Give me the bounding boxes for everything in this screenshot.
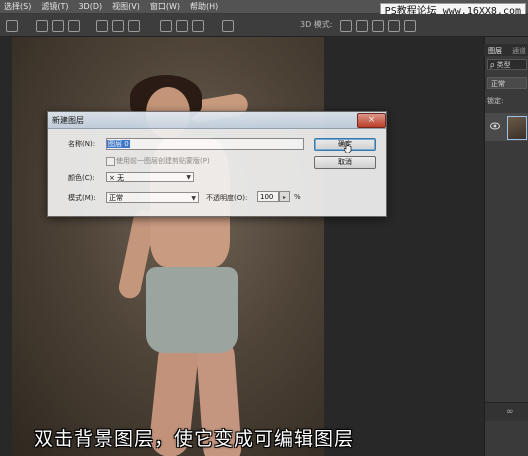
clip-mask-checkbox[interactable] xyxy=(106,157,115,166)
distribute-middle-icon[interactable] xyxy=(112,20,124,32)
dialog-titlebar[interactable] xyxy=(48,112,386,129)
color-select[interactable]: × 无 ▼ xyxy=(106,172,194,182)
mode-3d-label: 3D 模式: xyxy=(300,20,333,29)
tab-channels[interactable]: 通道 xyxy=(512,46,526,56)
name-field[interactable]: 图层 0 xyxy=(106,138,304,150)
name-value: 图层 0 xyxy=(107,140,130,148)
scale-3d-icon[interactable] xyxy=(404,20,416,32)
tab-layers[interactable]: 图层 xyxy=(488,46,502,56)
roll-3d-icon[interactable] xyxy=(356,20,368,32)
menu-view[interactable]: 视图(V) xyxy=(108,1,146,12)
menu-3d[interactable]: 3D(D) xyxy=(74,2,108,11)
opacity-unit: % xyxy=(294,193,301,201)
caption-text: 双击背景图层，使它变成可编辑图层 xyxy=(34,428,355,450)
chevron-down-icon: ▼ xyxy=(186,174,191,181)
menu-help[interactable]: 帮助(H) xyxy=(186,1,224,12)
blend-mode-select[interactable]: 正常 xyxy=(487,77,527,89)
lock-label: 锁定: xyxy=(487,97,504,105)
layer-filter-select[interactable]: ρ 类型 xyxy=(487,59,527,70)
orbit-3d-icon[interactable] xyxy=(340,20,352,32)
menu-select[interactable]: 选择(S) xyxy=(0,1,37,12)
distribute-top-icon[interactable] xyxy=(96,20,108,32)
opacity-label: 不透明度(O): xyxy=(206,194,248,202)
auto-align-icon[interactable] xyxy=(222,20,234,32)
close-button[interactable]: × xyxy=(357,113,386,128)
name-label: 名称(N): xyxy=(68,140,96,148)
menu-window[interactable]: 窗口(W) xyxy=(146,1,186,12)
link-icon[interactable]: ∞ xyxy=(506,407,514,417)
hand-cursor-icon xyxy=(344,141,352,153)
opacity-input[interactable]: 100 xyxy=(257,191,279,202)
align-center-icon[interactable] xyxy=(52,20,64,32)
figure-shorts xyxy=(146,267,238,353)
new-layer-dialog: 新建图层 × 名称(N): 图层 0 使用前一图层创建剪贴蒙版(P) 颜色(C)… xyxy=(47,111,387,217)
color-value: × 无 xyxy=(109,174,125,182)
layer-thumbnail[interactable] xyxy=(507,116,527,140)
chevron-down-icon: ▼ xyxy=(191,195,196,202)
mode-value: 正常 xyxy=(109,194,123,202)
color-label: 颜色(C): xyxy=(68,174,95,182)
clip-mask-label: 使用前一图层创建剪贴蒙版(P) xyxy=(116,157,210,165)
align-left-icon[interactable] xyxy=(36,20,48,32)
tool-preset-icon[interactable] xyxy=(6,20,18,32)
cancel-button[interactable]: 取消 xyxy=(314,156,376,169)
eye-icon[interactable] xyxy=(490,122,500,130)
mode-select[interactable]: 正常 ▼ xyxy=(106,192,199,203)
mode-label: 模式(M): xyxy=(68,194,96,202)
align-right-icon[interactable] xyxy=(68,20,80,32)
photo-canvas[interactable] xyxy=(12,37,324,456)
menu-filter[interactable]: 滤镜(T) xyxy=(37,1,74,12)
dialog-title: 新建图层 xyxy=(52,116,84,125)
pan-3d-icon[interactable] xyxy=(372,20,384,32)
distribute-right-icon[interactable] xyxy=(192,20,204,32)
distribute-left-icon[interactable] xyxy=(160,20,172,32)
distribute-center-icon[interactable] xyxy=(176,20,188,32)
opacity-slider-button[interactable]: ▸ xyxy=(279,191,290,202)
slide-3d-icon[interactable] xyxy=(388,20,400,32)
distribute-bottom-icon[interactable] xyxy=(128,20,140,32)
options-bar: 3D 模式: xyxy=(0,14,528,37)
